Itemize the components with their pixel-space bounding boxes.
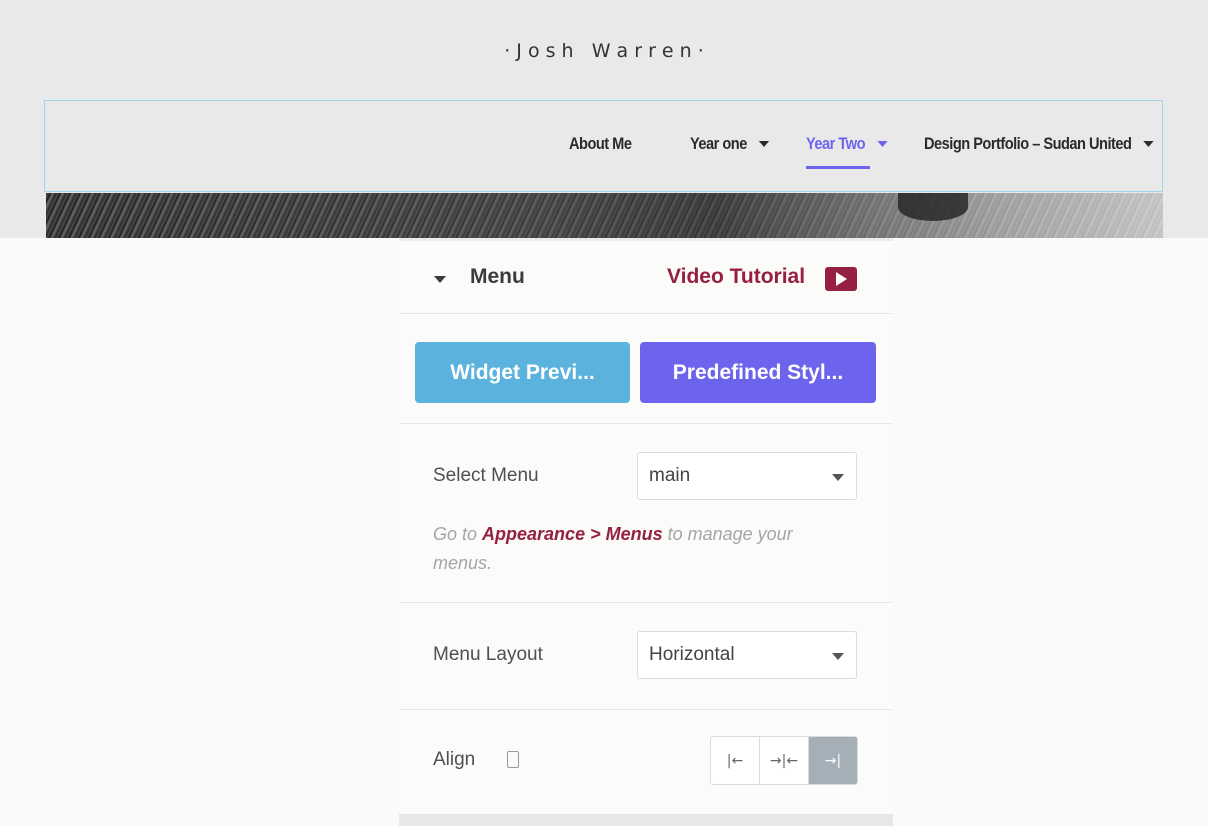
- appearance-menus-link[interactable]: Appearance > Menus: [482, 524, 663, 544]
- mobile-device-icon[interactable]: [507, 751, 519, 768]
- menu-layout-dropdown[interactable]: Horizontal: [637, 631, 857, 679]
- site-preview: · J o s h W a r r e n · About Me Year on…: [0, 0, 1208, 238]
- select-menu-dropdown[interactable]: main: [637, 452, 857, 500]
- video-play-icon[interactable]: [825, 267, 857, 291]
- align-label: Align: [433, 749, 476, 770]
- main-navigation: About Me Year one Year Two Design Portfo…: [0, 134, 1208, 164]
- active-nav-underline: [806, 166, 870, 169]
- caret-down-icon[interactable]: [434, 276, 446, 283]
- align-right-icon[interactable]: →|: [809, 737, 857, 784]
- site-title[interactable]: · J o s h W a r r e n ·: [0, 40, 1208, 62]
- menu-layout-value: Horizontal: [649, 644, 735, 665]
- menu-layout-label: Menu Layout: [433, 644, 543, 665]
- nav-item-label: Year one: [690, 134, 747, 153]
- chevron-down-icon: [832, 474, 844, 481]
- divider: [399, 602, 893, 603]
- align-left-icon[interactable]: |←: [711, 737, 760, 784]
- divider: [399, 709, 893, 710]
- nav-item-label: About Me: [569, 134, 632, 153]
- menu-help-text: Go to Appearance > Menus to manage your …: [433, 520, 853, 578]
- select-menu-label: Select Menu: [433, 465, 539, 486]
- help-prefix: Go to: [433, 524, 483, 544]
- hero-eye-shape: [898, 193, 968, 221]
- hero-image: [46, 193, 1163, 238]
- nav-item-label: Design Portfolio – Sudan United: [924, 134, 1132, 153]
- nav-item-design-portfolio[interactable]: Design Portfolio – Sudan United: [924, 134, 1154, 154]
- video-tutorial-link[interactable]: Video Tutorial: [667, 265, 805, 289]
- nav-item-year-two[interactable]: Year Two: [806, 134, 888, 154]
- panel-footer-bar: [399, 814, 893, 826]
- chevron-down-icon: [832, 653, 844, 660]
- nav-item-label: Year Two: [806, 134, 866, 153]
- align-center-icon[interactable]: →|←: [760, 737, 809, 784]
- menu-section-header[interactable]: Menu Video Tutorial: [399, 241, 893, 314]
- chevron-down-icon[interactable]: [758, 141, 770, 147]
- nav-item-year-one[interactable]: Year one: [690, 134, 770, 154]
- section-title: Menu: [470, 265, 525, 288]
- widget-preview-button[interactable]: Widget Previ...: [415, 342, 630, 403]
- align-button-group: |← →|← →|: [710, 736, 858, 785]
- chevron-down-icon[interactable]: [1143, 141, 1154, 147]
- select-menu-value: main: [649, 465, 691, 486]
- predefined-styles-button[interactable]: Predefined Styl...: [640, 342, 876, 403]
- divider: [399, 423, 893, 424]
- editor-settings-panel: Menu Video Tutorial Widget Previ... Pred…: [399, 238, 893, 826]
- nav-item-about-me[interactable]: About Me: [569, 134, 632, 154]
- chevron-down-icon[interactable]: [877, 141, 888, 147]
